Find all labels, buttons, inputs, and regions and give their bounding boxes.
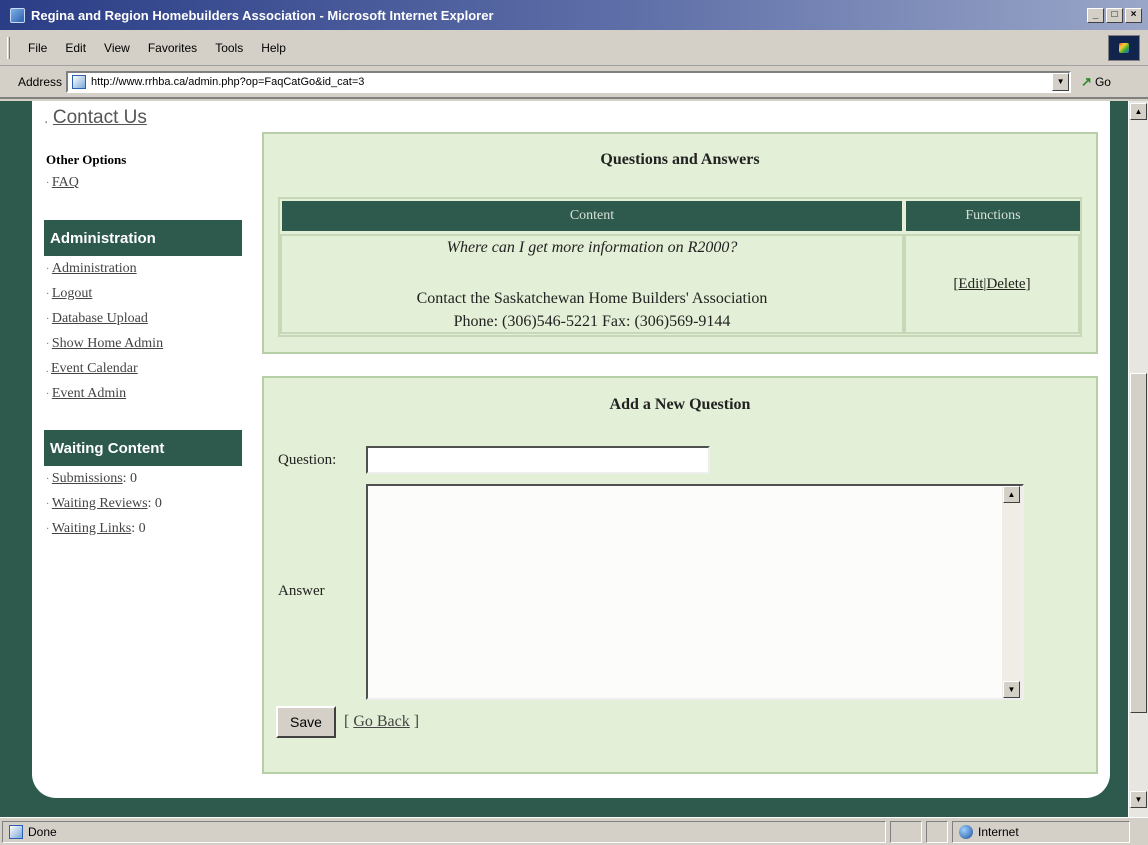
status-text-pane: Done <box>2 821 886 843</box>
menu-help[interactable]: Help <box>261 41 286 55</box>
address-url[interactable]: http://www.rrhba.ca/admin.php?op=FaqCatG… <box>91 76 364 88</box>
faq-table: Content Functions Where can I get more i… <box>278 197 1082 337</box>
save-button[interactable]: Save <box>276 706 336 738</box>
status-text: Done <box>28 825 57 839</box>
sidebar-item-waiting-links[interactable]: · Waiting Links: 0 <box>46 521 146 537</box>
sidebar-item-logout[interactable]: · Logout <box>46 286 92 302</box>
waiting-content-heading: Waiting Content <box>44 430 242 466</box>
questions-answers-title: Questions and Answers <box>600 151 760 168</box>
scroll-thumb[interactable] <box>1130 373 1147 713</box>
table-row-functions-cell: [ Edit | Delete ] <box>904 234 1080 334</box>
faq-answer-phone: Phone: (306)546-5221 Fax: (306)569-9144 <box>453 313 731 330</box>
table-row-content-cell: Where can I get more information on R200… <box>280 234 904 334</box>
scroll-up-icon[interactable]: ▲ <box>1003 486 1020 503</box>
scroll-up-icon[interactable]: ▲ <box>1130 103 1147 120</box>
scroll-down-icon[interactable]: ▼ <box>1130 791 1147 808</box>
zone-text: Internet <box>978 825 1019 839</box>
go-back-link[interactable]: Go Back <box>353 713 409 730</box>
menu-bar: File Edit View Favorites Tools Help <box>0 30 1148 66</box>
add-question-title: Add a New Question <box>609 396 751 413</box>
sidebar-item-event-admin[interactable]: · Event Admin <box>46 386 126 402</box>
sidebar-item-submissions[interactable]: · Submissions: 0 <box>46 471 137 487</box>
page-scrollbar[interactable]: ▲ ▼ <box>1128 101 1148 817</box>
status-pane-blank <box>926 821 948 843</box>
waiting-reviews-count: : 0 <box>147 496 162 511</box>
page-icon <box>9 825 23 839</box>
menu-edit[interactable]: Edit <box>65 41 86 55</box>
go-label: Go <box>1094 75 1111 89</box>
security-zone-pane: Internet <box>952 821 1130 843</box>
globe-icon <box>959 825 973 839</box>
window-title-bar[interactable]: Regina and Region Homebuilders Associati… <box>0 0 1148 30</box>
close-button[interactable]: × <box>1125 7 1142 23</box>
other-options-heading: Other Options <box>46 152 127 167</box>
questions-answers-panel: Questions and Answers Content Functions … <box>262 132 1098 354</box>
address-label: Address <box>18 75 63 89</box>
go-back-link-wrapper: [ Go Back ] <box>344 713 419 731</box>
answer-label: Answer <box>278 583 325 599</box>
browser-viewport: . Contact Us Other Options · FAQ Adminis… <box>0 101 1128 817</box>
faq-question-text: Where can I get more information on R200… <box>446 239 738 256</box>
delete-link[interactable]: Delete <box>986 276 1025 293</box>
scroll-down-icon[interactable]: ▼ <box>1003 681 1020 698</box>
sidebar-item-database-upload[interactable]: · Database Upload <box>46 311 148 327</box>
address-bar: Address http://www.rrhba.ca/admin.php?op… <box>0 67 1148 99</box>
address-dropdown-icon[interactable]: ▼ <box>1052 73 1070 91</box>
menu-file[interactable]: File <box>28 41 47 55</box>
submissions-count: : 0 <box>122 471 138 486</box>
answer-textarea[interactable]: ▲ ▼ <box>366 484 1024 700</box>
administration-heading: Administration <box>44 220 242 256</box>
question-label: Question: <box>278 452 337 468</box>
add-question-panel: Add a New Question Question: Answer ▲ ▼ … <box>262 376 1098 774</box>
address-input[interactable]: http://www.rrhba.ca/admin.php?op=FaqCatG… <box>66 71 1072 93</box>
column-header-content: Content <box>282 201 902 231</box>
go-button[interactable]: ↗ Go <box>1081 74 1111 90</box>
status-pane-blank <box>890 821 922 843</box>
minimize-button[interactable]: _ <box>1087 7 1104 23</box>
go-arrow-icon: ↗ <box>1081 74 1092 89</box>
windows-logo-icon <box>1108 35 1140 61</box>
textarea-scrollbar[interactable]: ▲ ▼ <box>1002 486 1022 698</box>
question-input[interactable] <box>366 446 710 474</box>
maximize-button[interactable]: □ <box>1106 7 1123 23</box>
toolbar-grip[interactable] <box>7 36 10 59</box>
window-title: Regina and Region Homebuilders Associati… <box>31 7 494 23</box>
faq-answer-line: Contact the Saskatchewan Home Builders' … <box>416 290 768 307</box>
sidebar-item-waiting-reviews[interactable]: · Waiting Reviews: 0 <box>46 496 162 512</box>
bracket-close: ] <box>409 713 420 730</box>
bracket-close: ] <box>1025 275 1031 292</box>
contact-us-link[interactable]: . Contact Us <box>44 107 147 129</box>
sidebar-item-administration[interactable]: · Administration <box>46 261 137 277</box>
waiting-links-count: : 0 <box>131 521 146 536</box>
menu-favorites[interactable]: Favorites <box>148 41 197 55</box>
column-header-functions: Functions <box>906 201 1080 231</box>
sidebar-item-event-calendar[interactable]: . Event Calendar <box>46 361 138 377</box>
faq-link[interactable]: · FAQ <box>46 175 79 191</box>
menu-tools[interactable]: Tools <box>215 41 243 55</box>
status-bar: Done Internet <box>0 817 1148 845</box>
page-icon <box>72 75 87 89</box>
bracket-open: [ <box>344 713 354 730</box>
edit-link[interactable]: Edit <box>958 276 983 293</box>
sidebar-item-show-home-admin[interactable]: · Show Home Admin <box>46 336 163 352</box>
bullet-icon: . <box>44 110 53 127</box>
menu-view[interactable]: View <box>104 41 130 55</box>
ie-app-icon[interactable] <box>10 7 25 23</box>
